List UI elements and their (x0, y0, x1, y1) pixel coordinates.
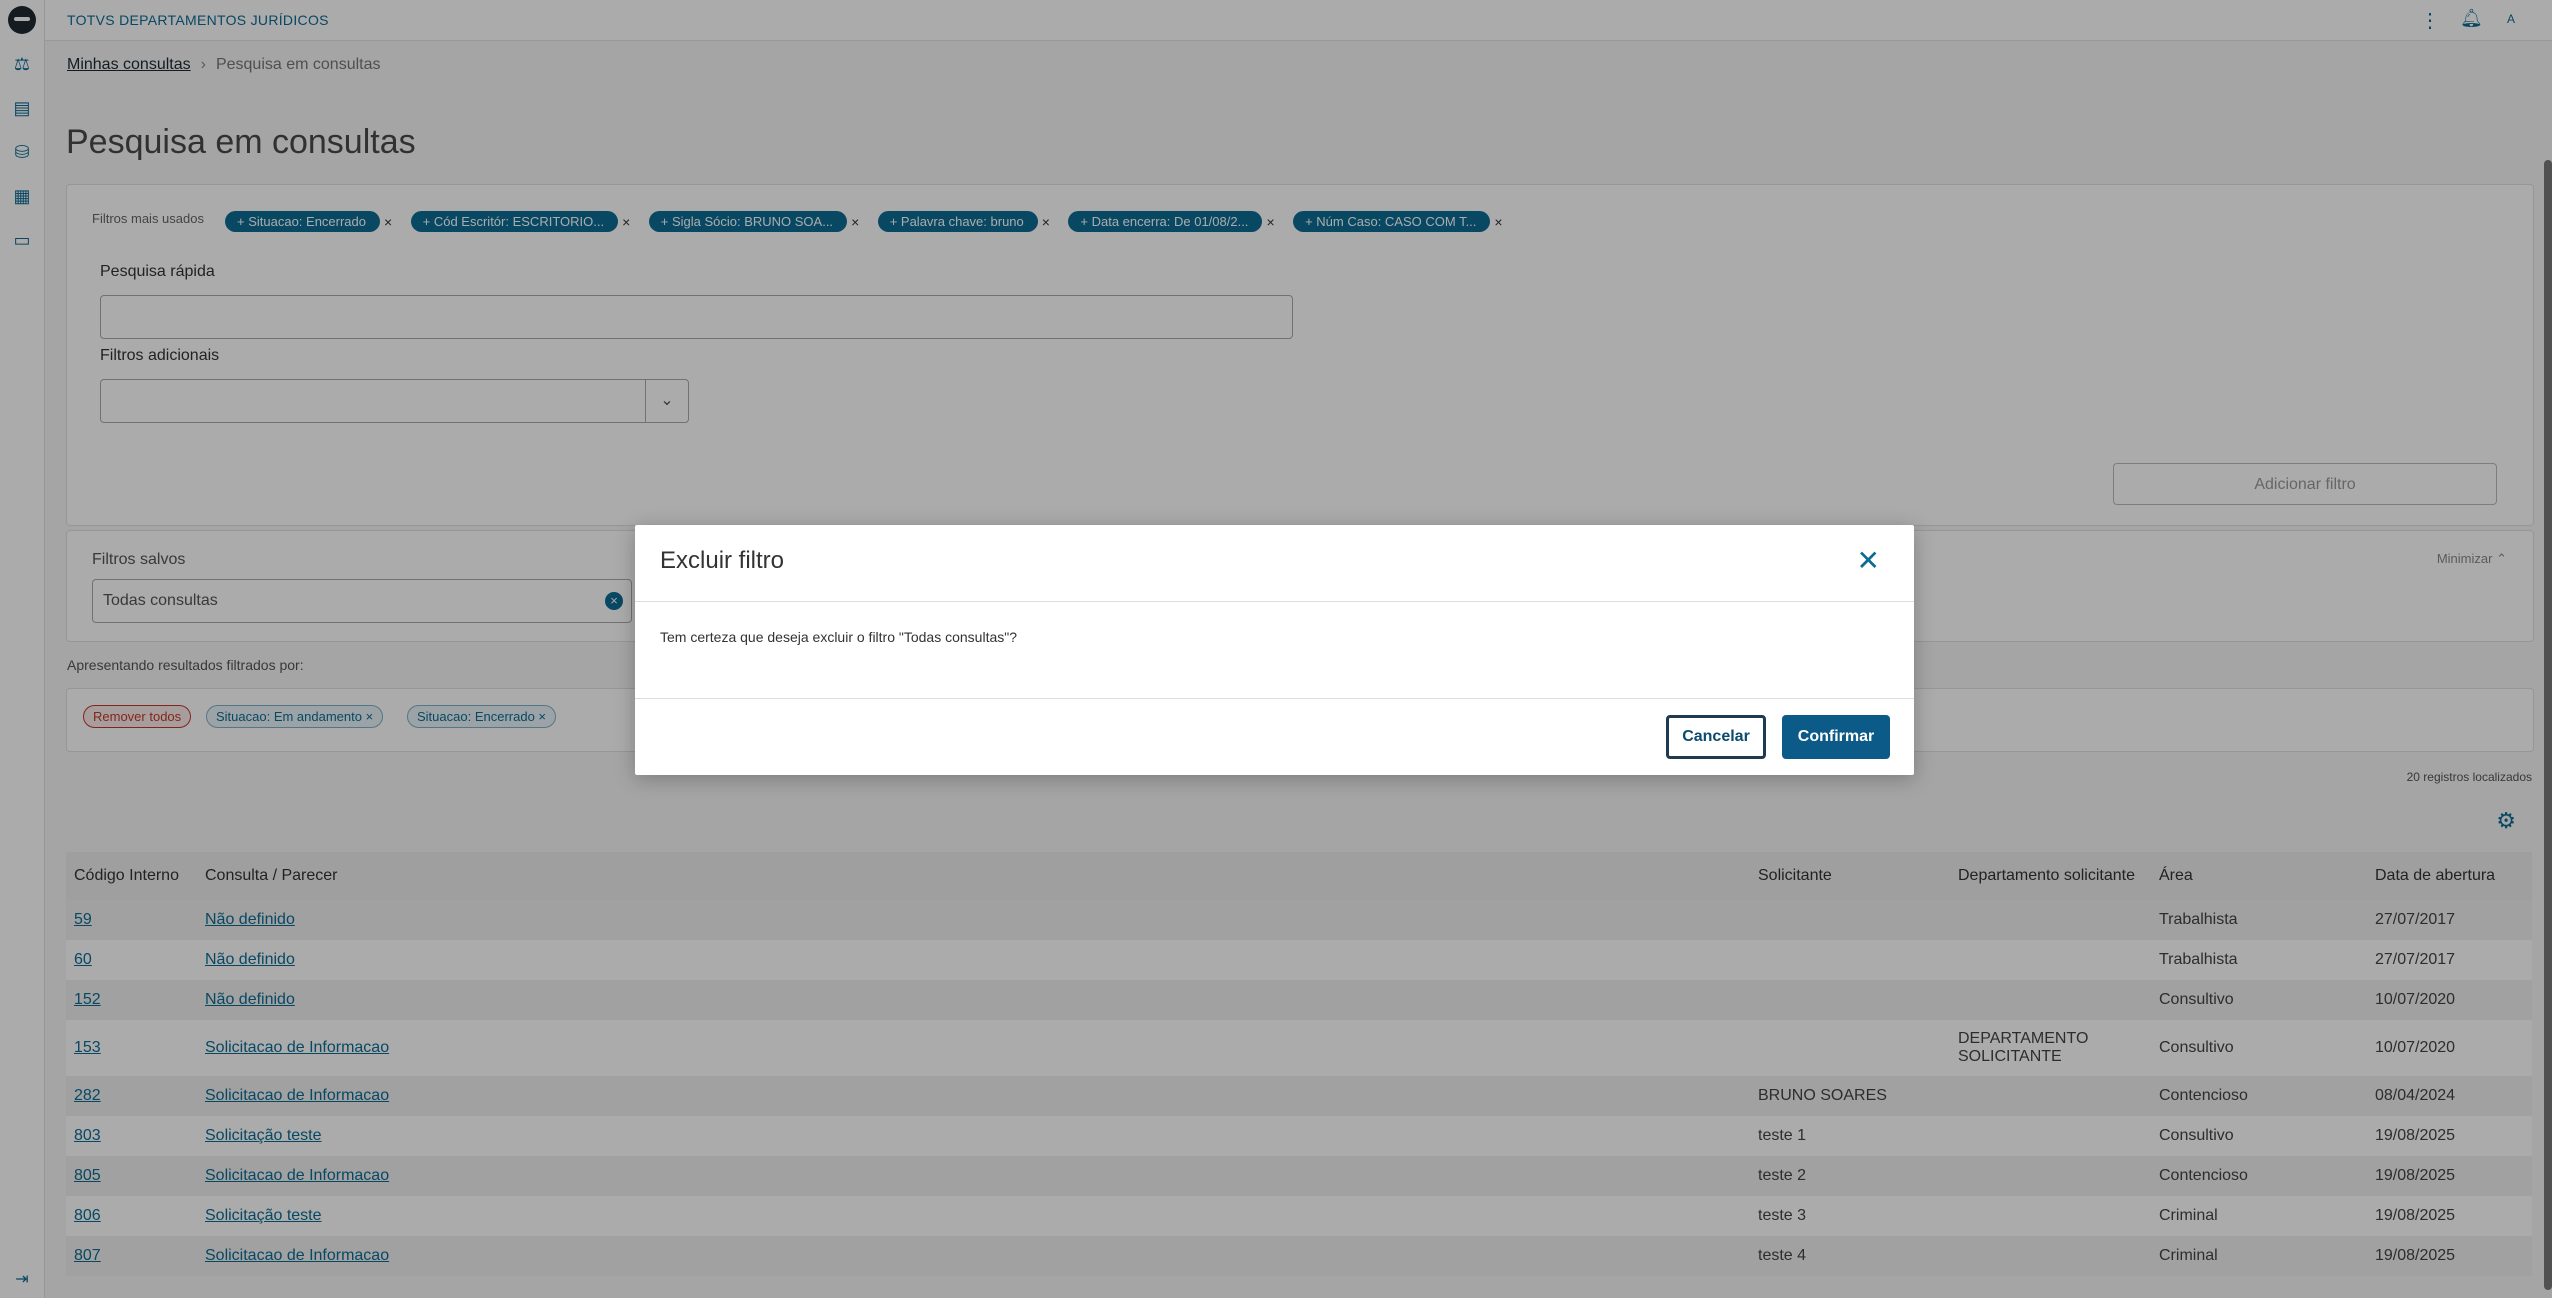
confirm-button[interactable]: Confirmar (1782, 715, 1890, 759)
dialog-title: Excluir filtro (660, 547, 785, 574)
divider (635, 601, 1914, 602)
delete-filter-dialog: Excluir filtro ✕ Tem certeza que deseja … (635, 525, 1914, 775)
dialog-message: Tem certeza que deseja excluir o filtro … (660, 629, 1018, 645)
cancel-button[interactable]: Cancelar (1666, 715, 1766, 759)
close-icon[interactable]: ✕ (1857, 547, 1880, 575)
divider (635, 698, 1914, 699)
